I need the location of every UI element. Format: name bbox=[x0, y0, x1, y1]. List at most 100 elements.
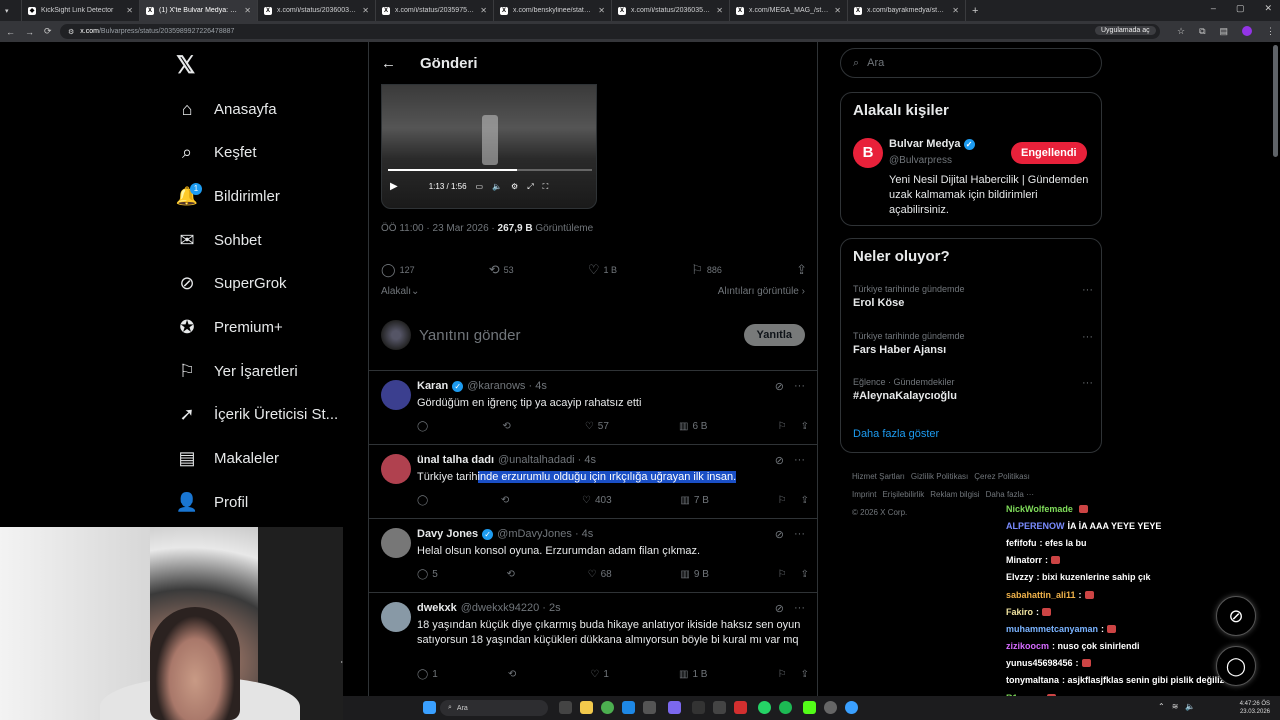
repost-action[interactable]: ⟲ 53 bbox=[489, 262, 514, 278]
star-icon[interactable]: ☆ bbox=[1177, 26, 1185, 37]
reply-action[interactable]: ◯ 5 bbox=[417, 569, 438, 580]
sidebar-item-home[interactable]: ⌂ Anasayfa bbox=[176, 94, 277, 124]
chrome-icon[interactable] bbox=[601, 701, 614, 714]
tab-close-icon[interactable]: ✕ bbox=[952, 6, 959, 15]
taskbar-search[interactable]: ⌕ Ara bbox=[440, 700, 548, 716]
like-action[interactable]: ♡ 1 bbox=[590, 669, 609, 680]
bookmark-icon[interactable]: ⚐ bbox=[778, 669, 787, 680]
views-action[interactable]: ▥ 9 B bbox=[680, 569, 708, 580]
edge-icon[interactable] bbox=[622, 701, 635, 714]
more-icon[interactable]: ··· bbox=[794, 602, 805, 615]
show-more-link[interactable]: Daha fazla göster bbox=[853, 428, 939, 440]
grok-icon[interactable]: ⊘ bbox=[775, 602, 784, 615]
trend-item[interactable]: Türkiye tarihinde gündemde Fars Haber Aja… bbox=[853, 331, 1093, 356]
tab-close-icon[interactable]: ✕ bbox=[480, 6, 487, 15]
like-action[interactable]: ♡ 1 B bbox=[588, 262, 617, 278]
trend-item[interactable]: Türkiye tarihinde gündemde Erol Köse ··· bbox=[853, 284, 1093, 309]
wifi-icon[interactable]: ≋ bbox=[1172, 702, 1179, 711]
taskbar-clock[interactable]: 4:47:26 ÖS 23.03.2026 bbox=[1240, 700, 1270, 716]
tab-close-icon[interactable]: ✕ bbox=[834, 6, 841, 15]
reply-action[interactable]: ◯ 127 bbox=[381, 262, 415, 278]
avatar[interactable] bbox=[381, 380, 411, 410]
bulvar-medya-logo[interactable]: B bbox=[853, 138, 883, 168]
blocked-button[interactable]: Engellendi bbox=[1011, 142, 1087, 164]
like-action[interactable]: ♡ 68 bbox=[588, 569, 612, 580]
whatsapp-icon[interactable] bbox=[758, 701, 771, 714]
sidebar-item-bell[interactable]: 🔔 1 Bildirimler bbox=[176, 181, 280, 211]
browser-tab[interactable]: Xx.com/i/status/20359756292000... ✕ bbox=[376, 0, 494, 21]
app-red-icon[interactable] bbox=[734, 701, 747, 714]
x-logo-icon[interactable]: 𝕏 bbox=[176, 51, 195, 80]
minimize-button[interactable]: – bbox=[1211, 3, 1216, 14]
share-icon[interactable]: ⇪ bbox=[796, 262, 807, 278]
repost-action[interactable]: ⟲ bbox=[506, 569, 518, 580]
footer-link[interactable]: Gizlilik Politikası bbox=[911, 472, 968, 481]
sidebar-icon[interactable]: ▤ bbox=[1220, 26, 1229, 37]
like-action[interactable]: ♡ 57 bbox=[585, 421, 609, 432]
file-explorer-icon[interactable] bbox=[580, 701, 593, 714]
browser-tab[interactable]: Xx.com/i/status/20360359440514... ✕ bbox=[612, 0, 730, 21]
windows-start-icon[interactable] bbox=[423, 701, 436, 714]
close-window-button[interactable]: ✕ bbox=[1264, 3, 1272, 14]
like-action[interactable]: ♡ 403 bbox=[582, 495, 612, 506]
footer-link[interactable]: Hizmet Şartları bbox=[852, 472, 905, 481]
kick-icon[interactable] bbox=[803, 701, 816, 714]
footer-link[interactable]: Imprint bbox=[852, 490, 876, 499]
video-player[interactable]: ▶ 1:13 / 1:56 ▭ 🔈 ⚙ ⤢ ⛶ bbox=[381, 84, 597, 209]
tray-chevron-icon[interactable]: ⌃ bbox=[1158, 702, 1165, 711]
avatar[interactable] bbox=[381, 528, 411, 558]
tab-close-icon[interactable]: ✕ bbox=[362, 6, 369, 15]
speaker-icon[interactable]: 🔈 bbox=[1185, 702, 1195, 711]
captions-icon[interactable]: ▭ bbox=[476, 182, 484, 191]
reply-tweet[interactable]: dwekxk @dwekxk94220 · 2s ⊘ ··· 18 yaşından k… bbox=[369, 592, 817, 702]
url-bar[interactable]: ⚙ x.com/Bulvarpress/status/2035989927226… bbox=[60, 24, 1160, 39]
browser-tab[interactable]: Xx.com/bayrakmedya/status/203... ✕ bbox=[848, 0, 966, 21]
footer-link[interactable]: Reklam bilgisi bbox=[930, 490, 979, 499]
menu-icon[interactable]: ⋮ bbox=[1266, 26, 1275, 37]
repost-action[interactable]: ⟲ bbox=[508, 669, 520, 680]
reload-icon[interactable]: ⟳ bbox=[44, 26, 52, 37]
more-icon[interactable]: ··· bbox=[1082, 284, 1093, 296]
grok-icon[interactable]: ⊘ bbox=[775, 528, 784, 541]
chat-username[interactable]: fefifofu bbox=[1006, 538, 1037, 548]
tab-close-icon[interactable]: ✕ bbox=[598, 6, 605, 15]
app-icon[interactable] bbox=[713, 701, 726, 714]
messages-floating-button[interactable]: ◯ bbox=[1216, 646, 1256, 686]
sidebar-item-rocket[interactable]: ➚ İçerik Üreticisi St... bbox=[176, 400, 338, 430]
author-name[interactable]: ünal talha dadı bbox=[417, 454, 494, 466]
settings-icon[interactable]: ⚙ bbox=[511, 182, 518, 191]
chat-username[interactable]: yunus45698456 bbox=[1006, 658, 1073, 668]
sidebar-item-grok[interactable]: ⊘ SuperGrok bbox=[176, 269, 286, 299]
pip-icon[interactable]: ⤢ bbox=[527, 182, 533, 192]
share-icon[interactable]: ⇪ bbox=[801, 495, 809, 506]
back-icon[interactable]: ← bbox=[6, 27, 15, 37]
share-icon[interactable]: ⇪ bbox=[801, 669, 809, 680]
play-icon[interactable]: ▶ bbox=[390, 181, 398, 192]
sidebar-item-article[interactable]: ▤ Makaleler bbox=[176, 444, 279, 474]
bookmark-icon[interactable]: ⚐ bbox=[778, 569, 787, 580]
quotes-link[interactable]: Alıntıları görüntüle › bbox=[718, 286, 805, 297]
reply-action[interactable]: ◯ 1 bbox=[417, 669, 438, 680]
chat-username[interactable]: Elvzzy bbox=[1006, 572, 1034, 582]
more-icon[interactable]: ··· bbox=[1082, 377, 1093, 389]
chat-username[interactable]: muhammetcanyaman bbox=[1006, 624, 1098, 634]
sidebar-item-mail[interactable]: ✉ Sohbet bbox=[176, 225, 261, 255]
footer-link[interactable]: Erişilebilirlik bbox=[882, 490, 924, 499]
sidebar-item-verified[interactable]: ✪ Premium+ bbox=[176, 313, 282, 343]
avatar[interactable] bbox=[381, 602, 411, 632]
volume-icon[interactable]: 🔈 bbox=[492, 182, 502, 191]
site-info-icon[interactable]: ⚙ bbox=[68, 28, 74, 36]
chat-username[interactable]: sabahattin_ali11 bbox=[1006, 590, 1076, 600]
author-name[interactable]: dwekxk bbox=[417, 602, 457, 614]
tab-menu-button[interactable]: ▾ bbox=[0, 0, 22, 21]
new-tab-button[interactable]: + bbox=[966, 5, 984, 17]
more-icon[interactable]: ··· bbox=[794, 380, 805, 393]
browser-tab[interactable]: ◆ KickSight Link Detector ✕ bbox=[22, 0, 140, 21]
grok-icon[interactable]: ⊘ bbox=[775, 454, 784, 467]
open-in-app-button[interactable]: Uygulamada aç bbox=[1095, 26, 1156, 35]
tab-close-icon[interactable]: ✕ bbox=[244, 6, 251, 15]
fullscreen-icon[interactable]: ⛶ bbox=[543, 182, 549, 192]
sidebar-item-search[interactable]: ⌕ Keşfet bbox=[176, 138, 257, 168]
reply-tweet[interactable]: Karan ✓ @karanows · 4s ⊘ ··· Gördüğüm en iğre… bbox=[369, 370, 817, 444]
grok-floating-button[interactable]: ⊘ bbox=[1216, 596, 1256, 636]
